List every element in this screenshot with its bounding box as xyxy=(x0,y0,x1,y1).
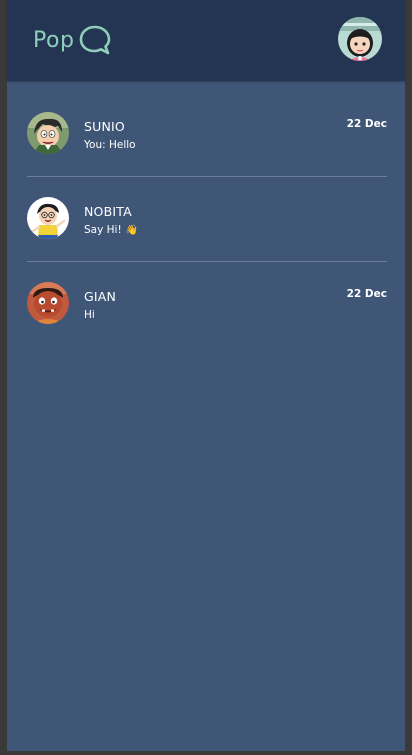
chat-item-nobita[interactable]: NOBITA Say Hi! 👋 xyxy=(27,177,387,262)
chat-name: NOBITA xyxy=(84,204,132,219)
chat-date: 22 Dec xyxy=(346,288,387,300)
chat-name: GIAN xyxy=(84,289,117,304)
nobita-avatar xyxy=(27,197,69,239)
sunio-avatar-icon xyxy=(27,112,69,154)
chat-last-message: Say Hi! 👋 xyxy=(84,224,138,236)
chat-last-message-text: Say Hi! xyxy=(84,224,122,236)
shizuka-avatar-icon xyxy=(338,17,382,61)
chat-last-message: You: Hello xyxy=(84,139,136,151)
chat-name: SUNIO xyxy=(84,119,125,134)
sunio-avatar xyxy=(27,112,69,154)
chat-bubble-icon xyxy=(80,25,111,55)
logo-text: Pop xyxy=(33,27,75,53)
app-logo: Pop xyxy=(33,22,112,58)
chat-item-gian[interactable]: GIAN Hi 22 Dec xyxy=(27,262,387,346)
waving-hand-icon: 👋 xyxy=(125,225,139,236)
nobita-avatar-icon xyxy=(27,197,69,239)
gian-avatar-icon xyxy=(27,282,69,324)
chat-item-sunio[interactable]: SUNIO You: Hello 22 Dec xyxy=(27,92,387,177)
chat-list: SUNIO You: Hello 22 Dec NOBITA Say Hi! 👋… xyxy=(27,92,387,346)
app-frame: Pop SUNIO You: Hello 22 Dec NOBITA Say H… xyxy=(7,0,405,751)
app-header: Pop xyxy=(7,0,405,81)
chat-date: 22 Dec xyxy=(346,118,387,130)
chat-last-message: Hi xyxy=(84,309,95,321)
gian-avatar xyxy=(27,282,69,324)
profile-avatar[interactable] xyxy=(338,17,382,61)
